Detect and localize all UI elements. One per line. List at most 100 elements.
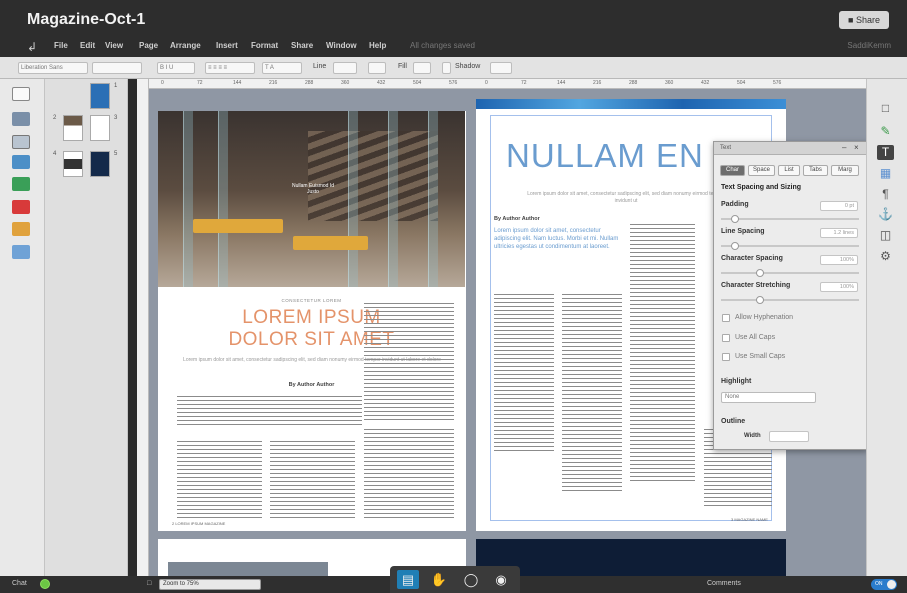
pan-view-icon[interactable]: ✋ — [428, 570, 450, 589]
intro-text-block[interactable] — [177, 396, 362, 426]
text-style-group[interactable]: T A — [262, 62, 302, 74]
bench-right — [293, 236, 368, 250]
style-icon[interactable]: ✎ — [877, 124, 894, 139]
small-caps-checkbox[interactable] — [722, 353, 730, 361]
app-logo-icon[interactable]: ↲ — [27, 40, 37, 54]
char-stretch-slider[interactable] — [721, 296, 859, 304]
menu-format[interactable]: Format — [251, 41, 278, 50]
thumbnail-page-3[interactable] — [90, 115, 110, 141]
assets-icon[interactable] — [12, 177, 30, 191]
text-column[interactable] — [270, 441, 355, 521]
menu-share[interactable]: Share — [291, 41, 313, 50]
thumbnail-page-5[interactable] — [90, 151, 110, 177]
menu-edit[interactable]: Edit — [80, 41, 95, 50]
align-group[interactable]: ≡ ≡ ≡ ≡ — [205, 62, 255, 74]
shadow-checkbox[interactable] — [442, 62, 451, 74]
tab-marg[interactable]: Marg — [831, 165, 859, 176]
image-tools-group[interactable] — [490, 62, 512, 74]
top-image-strip[interactable] — [476, 99, 786, 109]
share-button[interactable]: ■ Share — [839, 11, 889, 29]
line-spacing-slider[interactable] — [721, 242, 859, 250]
layers-icon[interactable]: ◫ — [877, 228, 894, 243]
close-icon[interactable]: × — [854, 143, 859, 152]
panel-header[interactable]: Text – × — [714, 142, 867, 155]
next-right-page[interactable] — [476, 539, 786, 576]
highlight-select[interactable]: None — [721, 392, 816, 403]
lobby-photo[interactable]: Nullam Euismod Id Justo — [158, 111, 465, 287]
vertical-ruler[interactable] — [137, 79, 149, 576]
menu-window[interactable]: Window — [326, 41, 357, 50]
lead-paragraph[interactable]: Lorem ipsum dolor sit amet, consectetur … — [494, 227, 622, 251]
page-icon[interactable]: □ — [877, 101, 894, 116]
comments-label[interactable]: Comments — [707, 580, 741, 587]
text-column[interactable] — [630, 224, 695, 484]
font-family-select[interactable]: Liberation Sans — [18, 62, 88, 74]
settings-icon[interactable]: ⚙ — [877, 249, 894, 264]
hyphenation-checkbox[interactable] — [722, 314, 730, 322]
chat-label[interactable]: Chat — [12, 580, 27, 587]
video-icon[interactable] — [12, 200, 30, 214]
slider-thumb[interactable] — [731, 242, 739, 250]
bold-italic-underline-group[interactable]: B I U — [157, 62, 195, 74]
text-column[interactable] — [177, 441, 262, 521]
tab-list[interactable]: List — [778, 165, 800, 176]
user-name[interactable]: SaddiKemm — [847, 41, 891, 50]
all-caps-checkbox[interactable] — [722, 334, 730, 342]
char-spacing-field[interactable]: 100% — [820, 255, 858, 265]
thumbnail-page-2[interactable] — [63, 115, 83, 141]
comment-view-icon[interactable]: ◯ — [460, 570, 482, 589]
char-stretch-field[interactable]: 100% — [820, 282, 858, 292]
line-color-swatch[interactable] — [368, 62, 386, 74]
toggle-label: ON — [875, 581, 883, 587]
menu-page[interactable]: Page — [139, 41, 158, 50]
ruler-tick: 144 — [233, 80, 242, 86]
text-column[interactable] — [494, 294, 554, 454]
padding-field[interactable]: 0 pt — [820, 201, 858, 211]
tab-char[interactable]: Char — [720, 165, 745, 176]
table-icon[interactable]: ▦ — [877, 166, 894, 181]
menu-arrange[interactable]: Arrange — [170, 41, 201, 50]
menu-help[interactable]: Help — [369, 41, 386, 50]
preview-eye-icon[interactable]: ◉ — [490, 570, 512, 589]
document-title[interactable]: Magazine-Oct-1 — [27, 11, 145, 29]
padding-slider[interactable] — [721, 215, 859, 223]
right-headline[interactable]: NULLAM EN — [506, 137, 704, 175]
people-icon[interactable] — [12, 222, 30, 236]
text-tool-icon[interactable]: T — [877, 145, 894, 160]
paragraph-icon[interactable]: ¶ — [877, 187, 894, 202]
comments-toggle[interactable]: ON — [871, 579, 897, 590]
fit-page-icon[interactable]: □ — [147, 580, 151, 587]
slider-thumb[interactable] — [756, 269, 764, 277]
image-library-icon[interactable] — [12, 155, 30, 169]
left-page[interactable]: Nullam Euismod Id Justo CONSECTETUR LORE… — [158, 111, 466, 531]
anchor-icon[interactable]: ⚓ — [877, 207, 894, 222]
ruler-tick: 360 — [665, 80, 674, 86]
page-add-icon[interactable] — [12, 87, 30, 101]
thumbnail-page-1[interactable] — [90, 83, 110, 109]
fill-color-swatch[interactable] — [413, 62, 431, 74]
text-column[interactable] — [364, 429, 454, 521]
tab-space[interactable]: Space — [748, 165, 775, 176]
small-caps-label: Use Small Caps — [735, 353, 786, 360]
zoom-select[interactable]: Zoom to 75% — [159, 579, 261, 590]
spread-icon[interactable] — [12, 135, 30, 149]
horizontal-ruler[interactable]: 0 72 144 216 288 360 432 504 576 0 72 14… — [149, 79, 866, 89]
master-pages-icon[interactable] — [12, 112, 30, 126]
line-weight-select[interactable] — [333, 62, 357, 74]
slider-thumb[interactable] — [756, 296, 764, 304]
layout-view-icon[interactable]: ▤ — [397, 570, 419, 589]
char-spacing-slider[interactable] — [721, 269, 859, 277]
text-column[interactable] — [562, 294, 622, 494]
menu-insert[interactable]: Insert — [216, 41, 238, 50]
plugins-icon[interactable] — [12, 245, 30, 259]
font-size-select[interactable] — [92, 62, 142, 74]
outline-width-field[interactable] — [769, 431, 809, 442]
menu-file[interactable]: File — [54, 41, 68, 50]
minimize-icon[interactable]: – — [842, 143, 846, 152]
line-spacing-field[interactable]: 1.2 lines — [820, 228, 858, 238]
thumbnail-page-4[interactable] — [63, 151, 83, 177]
text-column[interactable] — [364, 303, 454, 423]
tab-tabs[interactable]: Tabs — [803, 165, 828, 176]
slider-thumb[interactable] — [731, 215, 739, 223]
menu-view[interactable]: View — [105, 41, 123, 50]
